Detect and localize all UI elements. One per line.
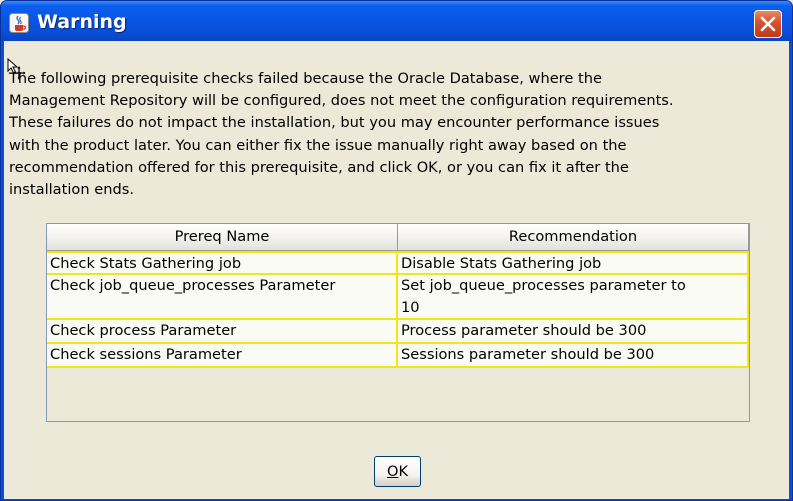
title-bar[interactable]: Warning [1,1,792,41]
table-cell-recommendation: Sessions parameter should be 300 [398,344,749,368]
close-button[interactable] [754,10,782,38]
table-cell-prereq-name: Check sessions Parameter [47,344,398,368]
table-row[interactable]: Check process Parameter Process paramete… [47,320,749,344]
ok-mnemonic: O [386,462,399,480]
column-header-prereq-name[interactable]: Prereq Name [47,224,398,251]
warning-message: The following prerequisite checks failed… [9,70,674,199]
java-cup-icon [9,13,29,33]
table-body: Check Stats Gathering job Disable Stats … [47,251,749,368]
table-cell-recommendation: Set job_queue_processes parameter to 10 [398,275,749,320]
table-row[interactable]: Check Stats Gathering job Disable Stats … [47,251,749,275]
ok-button[interactable]: OK [374,456,421,487]
table-row[interactable]: Check job_queue_processes Parameter Set … [47,275,749,320]
table-cell-prereq-name: Check process Parameter [47,320,398,344]
table-header: Prereq Name Recommendation [47,224,749,251]
warning-dialog: Warning The following prerequisite check… [0,0,793,501]
table-row[interactable]: Check sessions Parameter Sessions parame… [47,344,749,368]
dialog-content: The following prerequisite checks failed… [4,41,789,499]
table-cell-recommendation: Process parameter should be 300 [398,320,749,344]
close-icon [760,16,776,32]
table-cell-prereq-name: Check Stats Gathering job [47,251,398,275]
window-title: Warning [37,11,127,33]
table-cell-prereq-name: Check job_queue_processes Parameter [47,275,398,320]
prereq-table: Prereq Name Recommendation Check Stats G… [46,223,750,422]
ok-label-rest: K [398,462,409,480]
column-header-recommendation[interactable]: Recommendation [398,224,749,251]
table-cell-recommendation: Disable Stats Gathering job [398,251,749,275]
